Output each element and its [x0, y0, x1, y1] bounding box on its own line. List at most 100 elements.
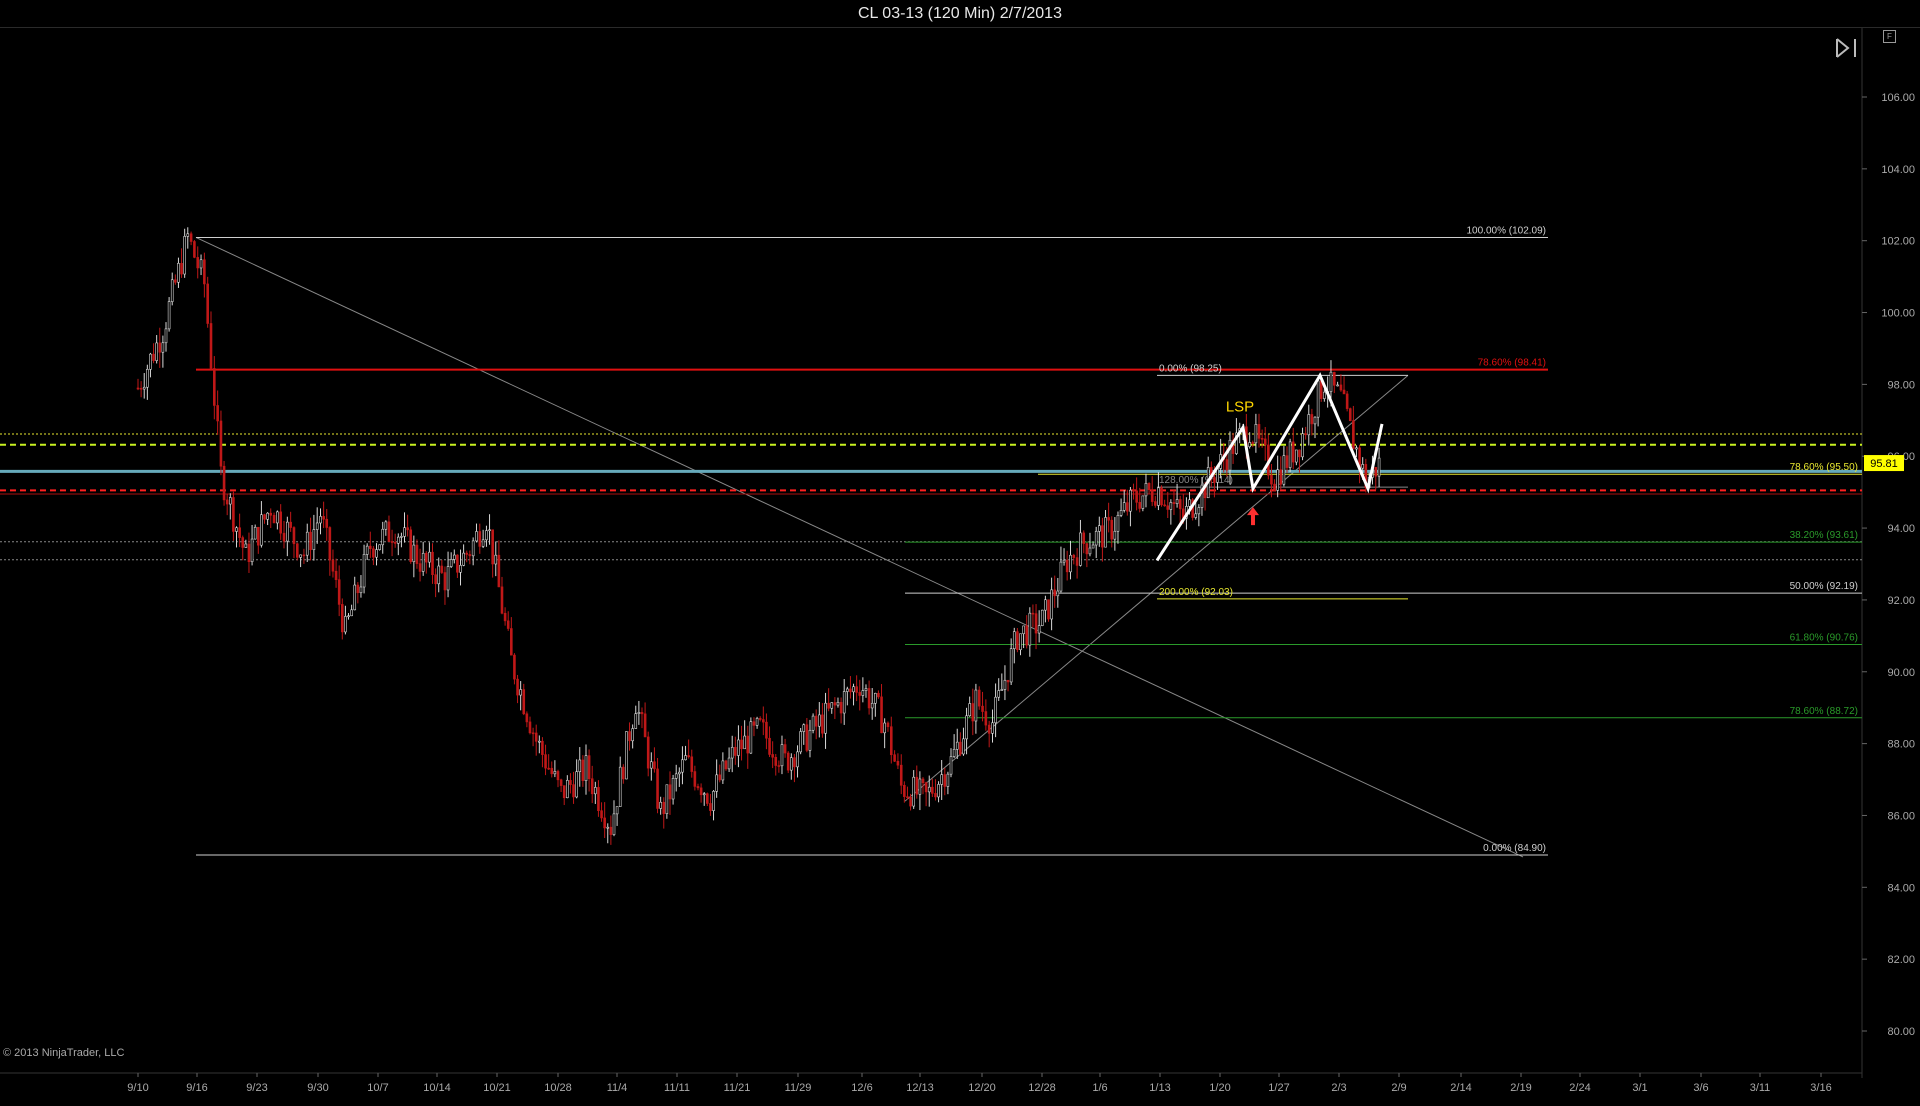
price-bar-body [528, 721, 532, 734]
price-bar-body [1263, 438, 1267, 446]
price-bar-body [199, 259, 203, 269]
price-bar-body [883, 722, 886, 734]
x-tick-label: 11/21 [724, 1082, 751, 1094]
price-bar-body [1119, 510, 1123, 516]
price-bar-body [562, 785, 566, 799]
price-bar-body [481, 539, 485, 547]
price-bar-body [1113, 530, 1117, 540]
fib-level-label: 0.00% (84.90) [1483, 843, 1546, 854]
price-bar-body [525, 713, 529, 723]
price-bar-body [569, 780, 572, 785]
price-bar-body [158, 342, 162, 353]
price-bar-body [263, 514, 266, 520]
price-bar-body [510, 628, 513, 656]
properties-button[interactable]: F [1883, 30, 1896, 43]
price-bar-body [186, 233, 190, 237]
price-bar-body [991, 722, 994, 734]
price-bar-body [434, 574, 437, 585]
x-tick-label: 12/28 [1028, 1082, 1056, 1094]
price-bar-body [459, 565, 462, 573]
price-bar-body [974, 689, 978, 722]
price-bar-body [637, 712, 641, 714]
fib-level-label: 61.80% (90.76) [1790, 632, 1858, 643]
price-bar-body [421, 552, 425, 572]
price-bar-body [852, 686, 855, 693]
price-bar-body [640, 712, 644, 715]
price-bar-body [228, 497, 232, 505]
price-bar-body [755, 718, 759, 726]
x-tick-label: 2/19 [1510, 1082, 1531, 1094]
price-bar-body [1019, 633, 1022, 651]
price-bar-body [142, 386, 146, 390]
price-bar-body [846, 688, 849, 692]
price-bar-body [1163, 504, 1166, 507]
price-bar-body [359, 586, 363, 594]
price-bar-body [662, 801, 666, 814]
price-bar-body [833, 702, 837, 706]
price-bar-body [428, 551, 431, 563]
price-bar-body [1285, 455, 1289, 468]
price-bar-body [987, 724, 991, 734]
price-bar-body [424, 552, 428, 563]
price-bar-body [864, 688, 868, 691]
price-bar-body [362, 554, 366, 588]
last-price-label: 95.81 [1870, 458, 1898, 470]
price-bar-body [547, 767, 550, 770]
y-tick-label: 90.00 [1887, 667, 1915, 679]
price-bar-body [225, 499, 229, 505]
price-bar-body [177, 263, 180, 283]
price-bar-body [893, 754, 896, 762]
x-tick-label: 2/14 [1450, 1082, 1471, 1094]
price-bar-body [1273, 483, 1276, 491]
price-bar-body [431, 551, 434, 576]
price-bar-body [981, 705, 984, 712]
price-bar-body [1107, 517, 1110, 521]
price-bar-body [381, 528, 385, 546]
price-bar-body [971, 703, 975, 722]
price-bar-body [631, 728, 634, 742]
price-bar-body [1282, 455, 1286, 485]
price-bar-body [331, 559, 335, 572]
x-tick-label: 10/21 [483, 1082, 511, 1094]
price-chart[interactable]: 80.00 82.00 84.00 86.00 88.00 90.00 92.00 94.00… [0, 28, 1920, 1106]
price-bar-body [749, 721, 753, 754]
price-bar-body [319, 516, 322, 524]
price-bar-body [802, 724, 806, 732]
price-bar-body [1329, 371, 1333, 392]
price-bar-body [1150, 489, 1154, 502]
price-bar-body [1069, 554, 1072, 573]
price-bar-body [372, 548, 375, 558]
price-bar-body [783, 744, 787, 754]
price-bar-body [805, 724, 809, 751]
price-bar-body [167, 301, 171, 330]
price-bar-body [164, 328, 168, 344]
price-bar-body [216, 405, 219, 422]
price-bar-body [934, 793, 937, 798]
price-bar-body [174, 279, 177, 283]
price-bar-body [531, 732, 535, 735]
copyright-text: © 2013 NinjaTrader, LLC [3, 1047, 124, 1059]
price-bar-body [378, 544, 381, 550]
price-bar-body [253, 526, 257, 540]
price-bar-body [858, 692, 862, 696]
price-bar-body [587, 755, 591, 780]
price-bar-body [1178, 499, 1182, 510]
price-bar-body [1056, 590, 1060, 597]
price-bar-body [839, 702, 843, 714]
price-bar-body [350, 609, 353, 617]
price-bar-body [1006, 679, 1010, 683]
price-bar-body [412, 544, 416, 562]
price-bar-body [1332, 371, 1336, 386]
price-bar-body [440, 565, 444, 573]
price-bar-body [594, 787, 597, 795]
scroll-to-end-icon[interactable] [1834, 36, 1860, 60]
price-bar-body [260, 514, 263, 546]
price-bar-body [740, 739, 743, 750]
price-bar-body [1059, 561, 1063, 592]
price-bar-body [468, 554, 472, 557]
price-bar-body [213, 368, 216, 406]
price-bar-body [494, 554, 498, 565]
price-bar-body [1110, 519, 1114, 540]
price-bar-body [1116, 515, 1120, 532]
price-bar-body [155, 342, 158, 361]
